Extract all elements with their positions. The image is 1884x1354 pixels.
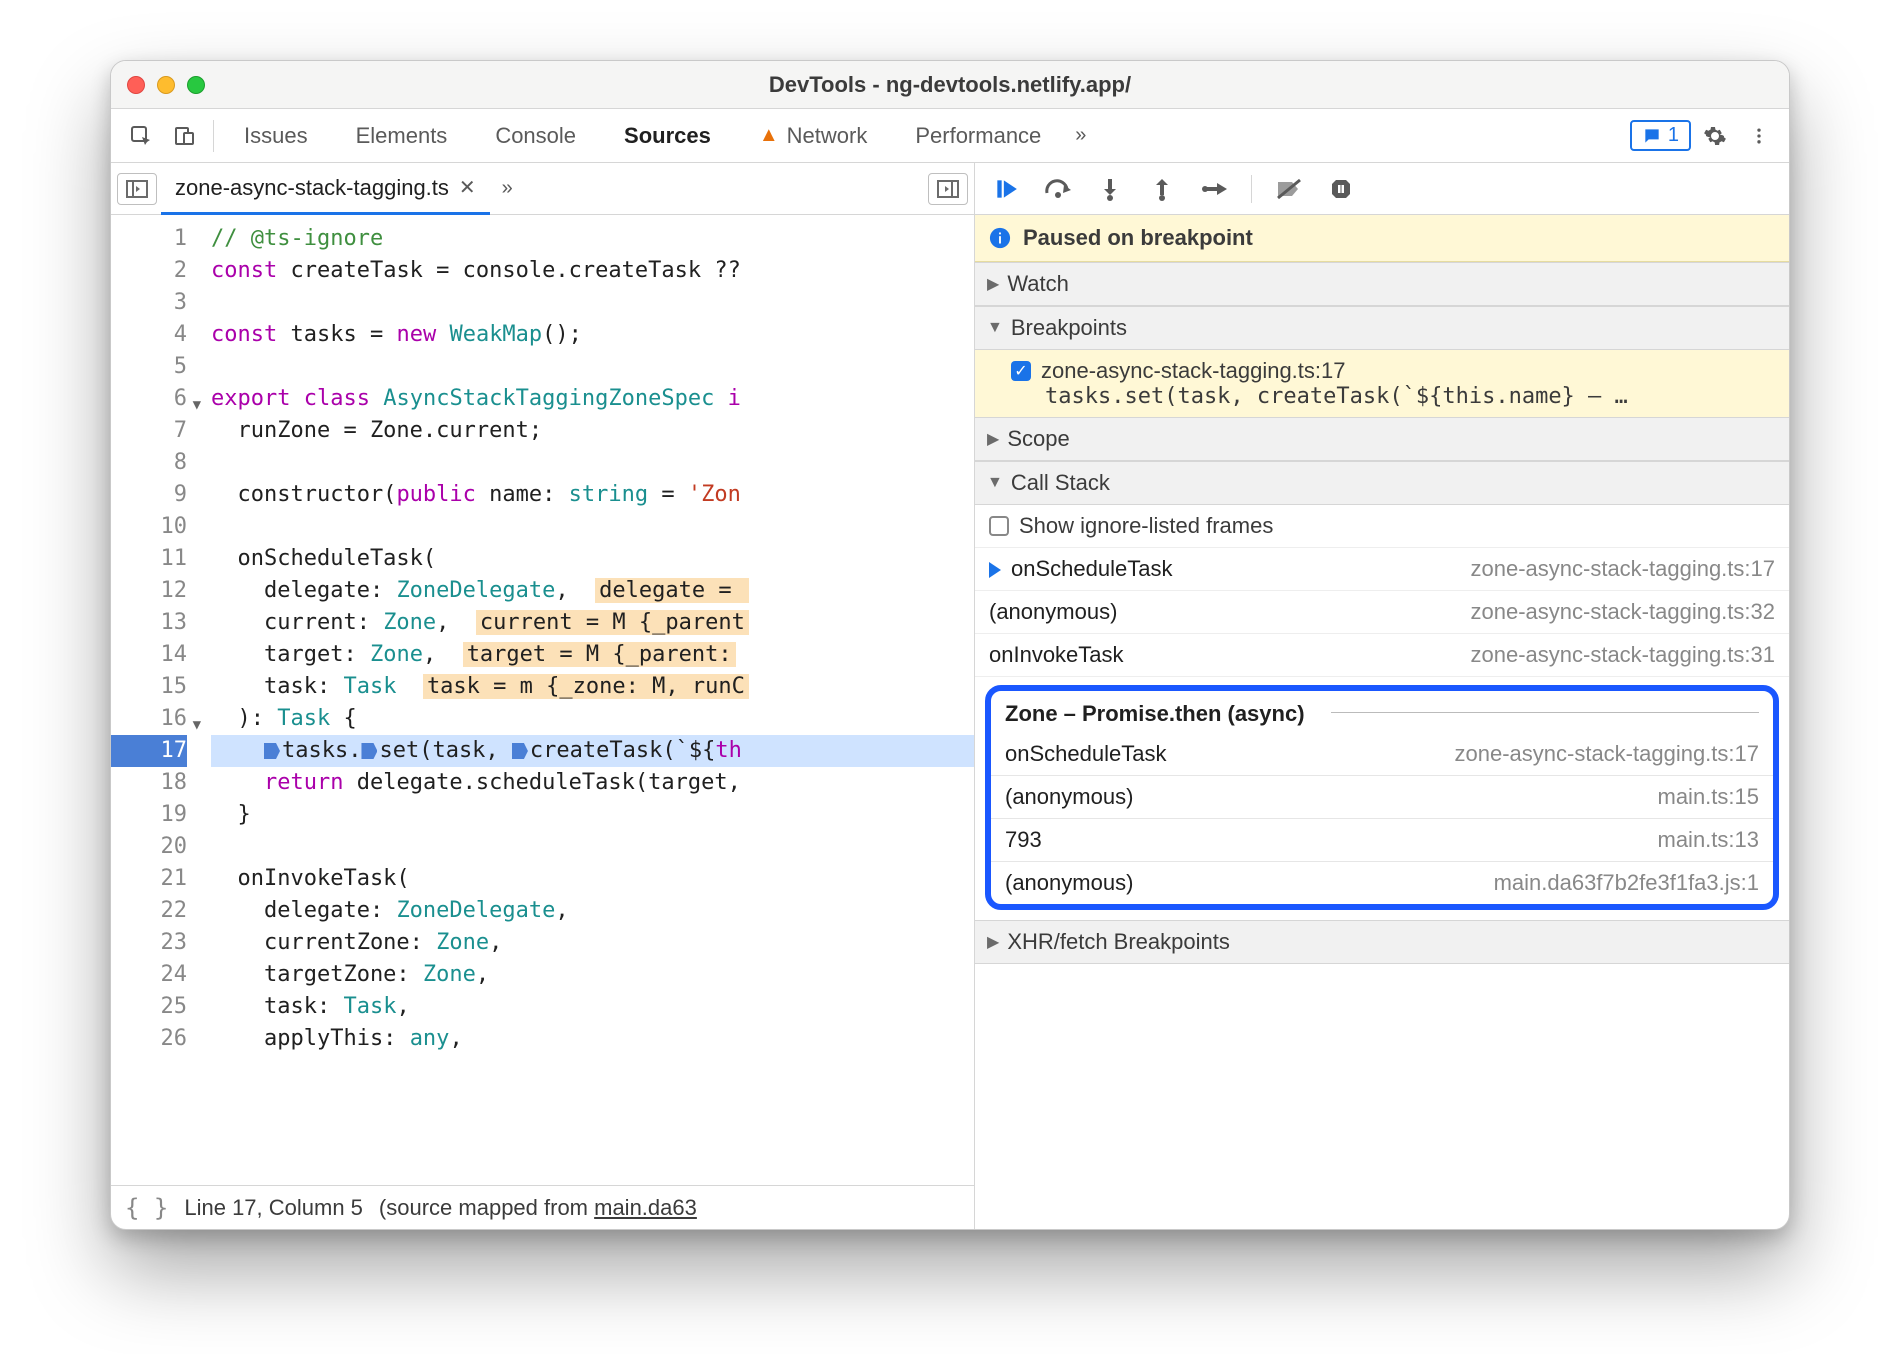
- breakpoint-snippet: tasks.set(task, createTask(`${this.name}…: [1011, 384, 1777, 409]
- section-scope[interactable]: ▶ Scope: [975, 417, 1789, 461]
- pause-banner-label: Paused on breakpoint: [1023, 225, 1253, 251]
- cursor-position: Line 17, Column 5: [184, 1195, 363, 1221]
- chat-icon: [1642, 126, 1662, 146]
- debugger-toolbar: [975, 163, 1789, 215]
- issues-badge-button[interactable]: 1: [1630, 120, 1691, 151]
- callstack-frame[interactable]: onScheduleTaskzone-async-stack-tagging.t…: [991, 733, 1773, 776]
- minimize-window-button[interactable]: [157, 76, 175, 94]
- file-tab-bar: zone-async-stack-tagging.ts ✕ »: [111, 163, 974, 215]
- tab-elements[interactable]: Elements: [334, 109, 470, 163]
- debugger-pane: Paused on breakpoint ▶ Watch ▼ Breakpoin…: [975, 163, 1789, 1229]
- divider: [1251, 175, 1252, 203]
- kebab-menu-icon[interactable]: [1739, 116, 1779, 156]
- chevron-down-icon: ▼: [987, 319, 1003, 337]
- breakpoint-checkbox[interactable]: ✓: [1011, 361, 1031, 381]
- warning-icon: ▲: [759, 124, 779, 147]
- more-file-tabs-icon[interactable]: »: [494, 177, 521, 200]
- window-controls: [127, 76, 205, 94]
- titlebar: DevTools - ng-devtools.netlify.app/: [111, 61, 1789, 109]
- code-editor[interactable]: 123456▼78910111213141516▼171819202122232…: [111, 215, 974, 1185]
- inspect-element-icon[interactable]: [121, 116, 161, 156]
- step-icon[interactable]: [1197, 172, 1231, 206]
- tab-network-label: Network: [787, 123, 868, 149]
- device-toolbar-icon[interactable]: [165, 116, 205, 156]
- chevron-right-icon: ▶: [987, 274, 999, 294]
- breakpoint-item[interactable]: ✓ zone-async-stack-tagging.ts:17 tasks.s…: [975, 350, 1789, 417]
- pause-on-exceptions-icon[interactable]: [1324, 172, 1358, 206]
- callstack-frame[interactable]: (anonymous)main.da63f7b2fe3f1fa3.js:1: [991, 862, 1773, 904]
- chevron-down-icon: ▼: [987, 474, 1003, 492]
- info-icon: [989, 227, 1011, 249]
- section-watch[interactable]: ▶ Watch: [975, 262, 1789, 306]
- callstack-frame[interactable]: 793main.ts:13: [991, 819, 1773, 862]
- section-callstack[interactable]: ▼ Call Stack: [975, 461, 1789, 505]
- callstack-frame[interactable]: onScheduleTaskzone-async-stack-tagging.t…: [975, 548, 1789, 591]
- file-tab-name: zone-async-stack-tagging.ts: [175, 175, 449, 201]
- chevron-right-icon: ▶: [987, 429, 999, 449]
- debugger-toggle-icon[interactable]: [928, 173, 968, 205]
- source-map-link[interactable]: main.da63: [594, 1195, 697, 1220]
- callstack-frame[interactable]: (anonymous)main.ts:15: [991, 776, 1773, 819]
- tab-sources[interactable]: Sources: [602, 109, 733, 163]
- async-stack-box: Zone – Promise.then (async) onScheduleTa…: [985, 685, 1779, 910]
- navigator-toggle-icon[interactable]: [117, 173, 157, 205]
- step-out-icon[interactable]: [1145, 172, 1179, 206]
- pause-banner: Paused on breakpoint: [975, 215, 1789, 262]
- tab-issues[interactable]: Issues: [222, 109, 330, 163]
- resume-icon[interactable]: [989, 172, 1023, 206]
- close-window-button[interactable]: [127, 76, 145, 94]
- async-stack-list: onScheduleTaskzone-async-stack-tagging.t…: [991, 733, 1773, 904]
- deactivate-breakpoints-icon[interactable]: [1272, 172, 1306, 206]
- callstack-frame[interactable]: (anonymous)zone-async-stack-tagging.ts:3…: [975, 591, 1789, 634]
- line-gutter: 123456▼78910111213141516▼171819202122232…: [111, 215, 197, 1185]
- main-split: zone-async-stack-tagging.ts ✕ » 123456▼7…: [111, 163, 1789, 1229]
- async-stack-title: Zone – Promise.then (async): [991, 691, 1773, 733]
- main-tab-bar: Issues Elements Console Sources ▲ Networ…: [111, 109, 1789, 163]
- tab-performance[interactable]: Performance: [893, 109, 1063, 163]
- pretty-print-icon[interactable]: { }: [125, 1194, 168, 1222]
- code-content: // @ts-ignoreconst createTask = console.…: [197, 215, 974, 1185]
- breakpoints-list: ✓ zone-async-stack-tagging.ts:17 tasks.s…: [975, 350, 1789, 417]
- callstack-list: onScheduleTaskzone-async-stack-tagging.t…: [975, 548, 1789, 677]
- tab-console[interactable]: Console: [473, 109, 598, 163]
- issues-count: 1: [1668, 124, 1679, 147]
- step-over-icon[interactable]: [1041, 172, 1075, 206]
- show-ignore-listed[interactable]: Show ignore-listed frames: [975, 505, 1789, 548]
- devtools-window: DevTools - ng-devtools.netlify.app/ Issu…: [110, 60, 1790, 1230]
- tab-network[interactable]: ▲ Network: [737, 109, 889, 163]
- close-icon[interactable]: ✕: [459, 175, 476, 200]
- breakpoint-location: zone-async-stack-tagging.ts:17: [1041, 358, 1346, 384]
- editor-statusbar: { } Line 17, Column 5 (source mapped fro…: [111, 1185, 974, 1229]
- section-breakpoints[interactable]: ▼ Breakpoints: [975, 306, 1789, 350]
- source-map-info: (source mapped from main.da63: [379, 1195, 697, 1221]
- file-tab-active[interactable]: zone-async-stack-tagging.ts ✕: [161, 163, 490, 215]
- more-tabs-chevron-icon[interactable]: »: [1067, 124, 1094, 147]
- step-into-icon[interactable]: [1093, 172, 1127, 206]
- checkbox-empty[interactable]: [989, 516, 1009, 536]
- chevron-right-icon: ▶: [987, 932, 999, 952]
- editor-pane: zone-async-stack-tagging.ts ✕ » 123456▼7…: [111, 163, 975, 1229]
- maximize-window-button[interactable]: [187, 76, 205, 94]
- divider: [213, 120, 214, 152]
- callstack-frame[interactable]: onInvokeTaskzone-async-stack-tagging.ts:…: [975, 634, 1789, 677]
- section-xhr-breakpoints[interactable]: ▶ XHR/fetch Breakpoints: [975, 920, 1789, 964]
- window-title: DevTools - ng-devtools.netlify.app/: [111, 72, 1789, 98]
- settings-icon[interactable]: [1695, 116, 1735, 156]
